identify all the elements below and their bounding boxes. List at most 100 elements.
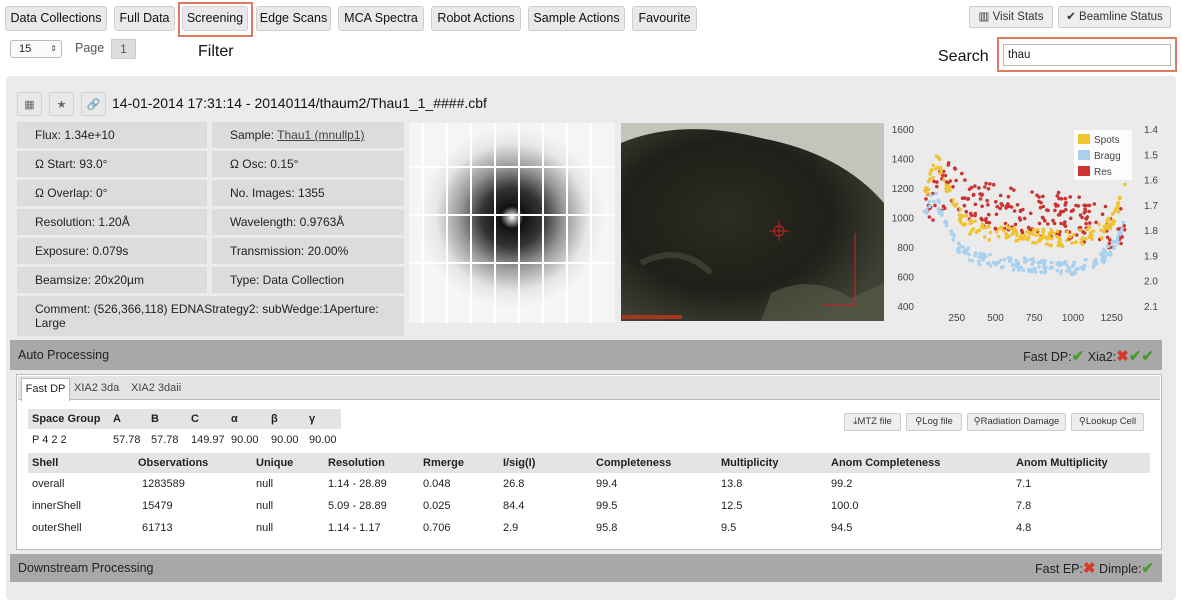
data-point-spots	[1025, 230, 1030, 234]
fast-ep-label: Fast EP:	[1035, 562, 1083, 576]
data-point-spots	[1004, 231, 1008, 236]
per-page-select[interactable]: 15 ⇕	[10, 40, 62, 58]
x-tick-label: 500	[987, 313, 1004, 324]
per-page-value: 15	[19, 43, 32, 55]
visit-stats-button[interactable]: ▥ Visit Stats	[969, 6, 1053, 28]
data-point-res	[1019, 228, 1024, 233]
omega-start-field: Ω Start: 93.0°	[17, 151, 207, 177]
auto-processing-bar[interactable]: Auto Processing Fast DP:✔ Xia2:✖✔✔	[10, 340, 1162, 370]
data-point-spots	[948, 188, 952, 193]
tab-robot-actions[interactable]: Robot Actions	[431, 6, 521, 31]
data-point-bragg	[998, 258, 1003, 262]
data-point-spots	[923, 189, 927, 193]
data-point-spots	[934, 154, 939, 159]
tab-fast-dp[interactable]: Fast DP	[21, 378, 70, 401]
header-shell: Shell	[32, 457, 59, 469]
data-point-res	[943, 173, 948, 178]
data-point-spots	[1105, 219, 1109, 224]
data-point-spots	[931, 163, 936, 167]
data-point-res	[1012, 188, 1016, 192]
data-point-spots	[1049, 236, 1054, 241]
tab-mca-spectra[interactable]: MCA Spectra	[338, 6, 424, 31]
data-point-spots	[1007, 226, 1011, 230]
header-beta: β	[271, 413, 278, 425]
star-icon[interactable]: ★	[49, 92, 74, 116]
data-point-spots	[1037, 239, 1042, 243]
cell-anom-multiplicity: 7.1	[1016, 478, 1032, 490]
cell-unique: null	[256, 500, 274, 512]
data-point-res	[1064, 207, 1068, 212]
data-point-bragg	[1026, 269, 1031, 273]
wavelength-field: Wavelength: 0.9763Å	[212, 209, 404, 235]
data-point-bragg	[1001, 265, 1005, 269]
data-point-res	[1007, 204, 1012, 209]
cell-completeness: 99.5	[596, 500, 618, 512]
data-point-res	[935, 180, 939, 184]
data-point-spots	[964, 214, 969, 218]
downstream-processing-bar[interactable]: Downstream Processing Fast EP:✖ Dimple:✔	[10, 554, 1162, 582]
data-point-bragg	[1114, 239, 1118, 244]
data-point-bragg	[1106, 244, 1111, 249]
data-point-bragg	[1049, 260, 1054, 265]
list-icon[interactable]: ▦	[17, 92, 42, 116]
tab-xia2-3daii[interactable]: XIA2 3daii	[131, 382, 181, 394]
data-point-spots	[1014, 239, 1018, 243]
data-point-res	[998, 193, 1003, 198]
data-point-spots	[1065, 230, 1070, 234]
mtz-file-button[interactable]: ⤓MTZ file	[844, 413, 901, 431]
data-point-spots	[938, 157, 942, 162]
data-point-bragg	[927, 204, 932, 209]
data-point-res	[1051, 218, 1055, 223]
processing-stats-table: Shell Observations Unique Resolution Rme…	[28, 453, 1150, 539]
data-point-spots	[1079, 240, 1083, 245]
data-point-bragg	[981, 254, 985, 258]
sample-link[interactable]: Thau1 (mnullp1)	[277, 128, 364, 142]
tab-edge-scans[interactable]: Edge Scans	[256, 6, 331, 31]
data-point-bragg	[988, 264, 993, 268]
radiation-damage-button[interactable]: ⚲Radiation Damage	[967, 413, 1066, 431]
page-number[interactable]: 1	[111, 39, 136, 59]
tab-sample-actions[interactable]: Sample Actions	[528, 6, 625, 31]
log-file-button[interactable]: ⚲Log file	[906, 413, 962, 431]
data-point-bragg	[1010, 263, 1015, 267]
cell-alpha: 90.00	[231, 434, 259, 446]
data-point-spots	[1111, 218, 1116, 223]
header-a: A	[113, 413, 121, 425]
data-point-res	[973, 184, 977, 188]
data-point-res	[927, 215, 932, 219]
data-point-bragg	[1050, 265, 1055, 270]
tab-xia2-3da[interactable]: XIA2 3da	[74, 382, 119, 394]
header-unique: Unique	[256, 457, 294, 469]
lookup-cell-button[interactable]: ⚲Lookup Cell	[1071, 413, 1144, 431]
data-point-res	[994, 200, 998, 204]
crystal-snapshot-image[interactable]	[621, 123, 884, 321]
data-point-res	[1116, 227, 1120, 231]
tab-full-data[interactable]: Full Data	[114, 6, 175, 31]
data-point-spots	[1104, 224, 1108, 229]
data-point-spots	[933, 167, 938, 171]
data-point-bragg	[985, 261, 990, 266]
header-resolution: Resolution	[328, 457, 385, 469]
y-left-tick-label: 1000	[892, 214, 915, 225]
beamline-status-button[interactable]: ✔ Beamline Status	[1058, 6, 1171, 28]
data-point-bragg	[1069, 272, 1074, 277]
link-icon[interactable]: 🔗	[81, 92, 106, 116]
search-input[interactable]: thau	[1003, 44, 1171, 66]
success-check-icon: ✔	[1141, 560, 1154, 577]
table-row: overall 1283589 null 1.14 - 28.89 0.048 26.8 9…	[28, 473, 1150, 495]
data-point-res	[983, 185, 987, 189]
data-point-spots	[1034, 233, 1038, 237]
diffraction-image[interactable]	[409, 123, 615, 323]
tab-data-collections[interactable]: Data Collections	[5, 6, 107, 31]
data-point-bragg	[1037, 265, 1041, 269]
data-point-spots	[1041, 227, 1046, 232]
cell-unique: null	[256, 522, 274, 534]
data-point-res	[952, 166, 957, 170]
data-point-res	[1122, 224, 1126, 228]
check-icon: ✔	[1066, 11, 1076, 23]
tab-favourite[interactable]: Favourite	[632, 6, 697, 31]
data-point-res	[971, 193, 976, 197]
data-point-bragg	[937, 210, 941, 214]
data-point-res	[1084, 217, 1089, 221]
data-point-res	[993, 226, 998, 231]
